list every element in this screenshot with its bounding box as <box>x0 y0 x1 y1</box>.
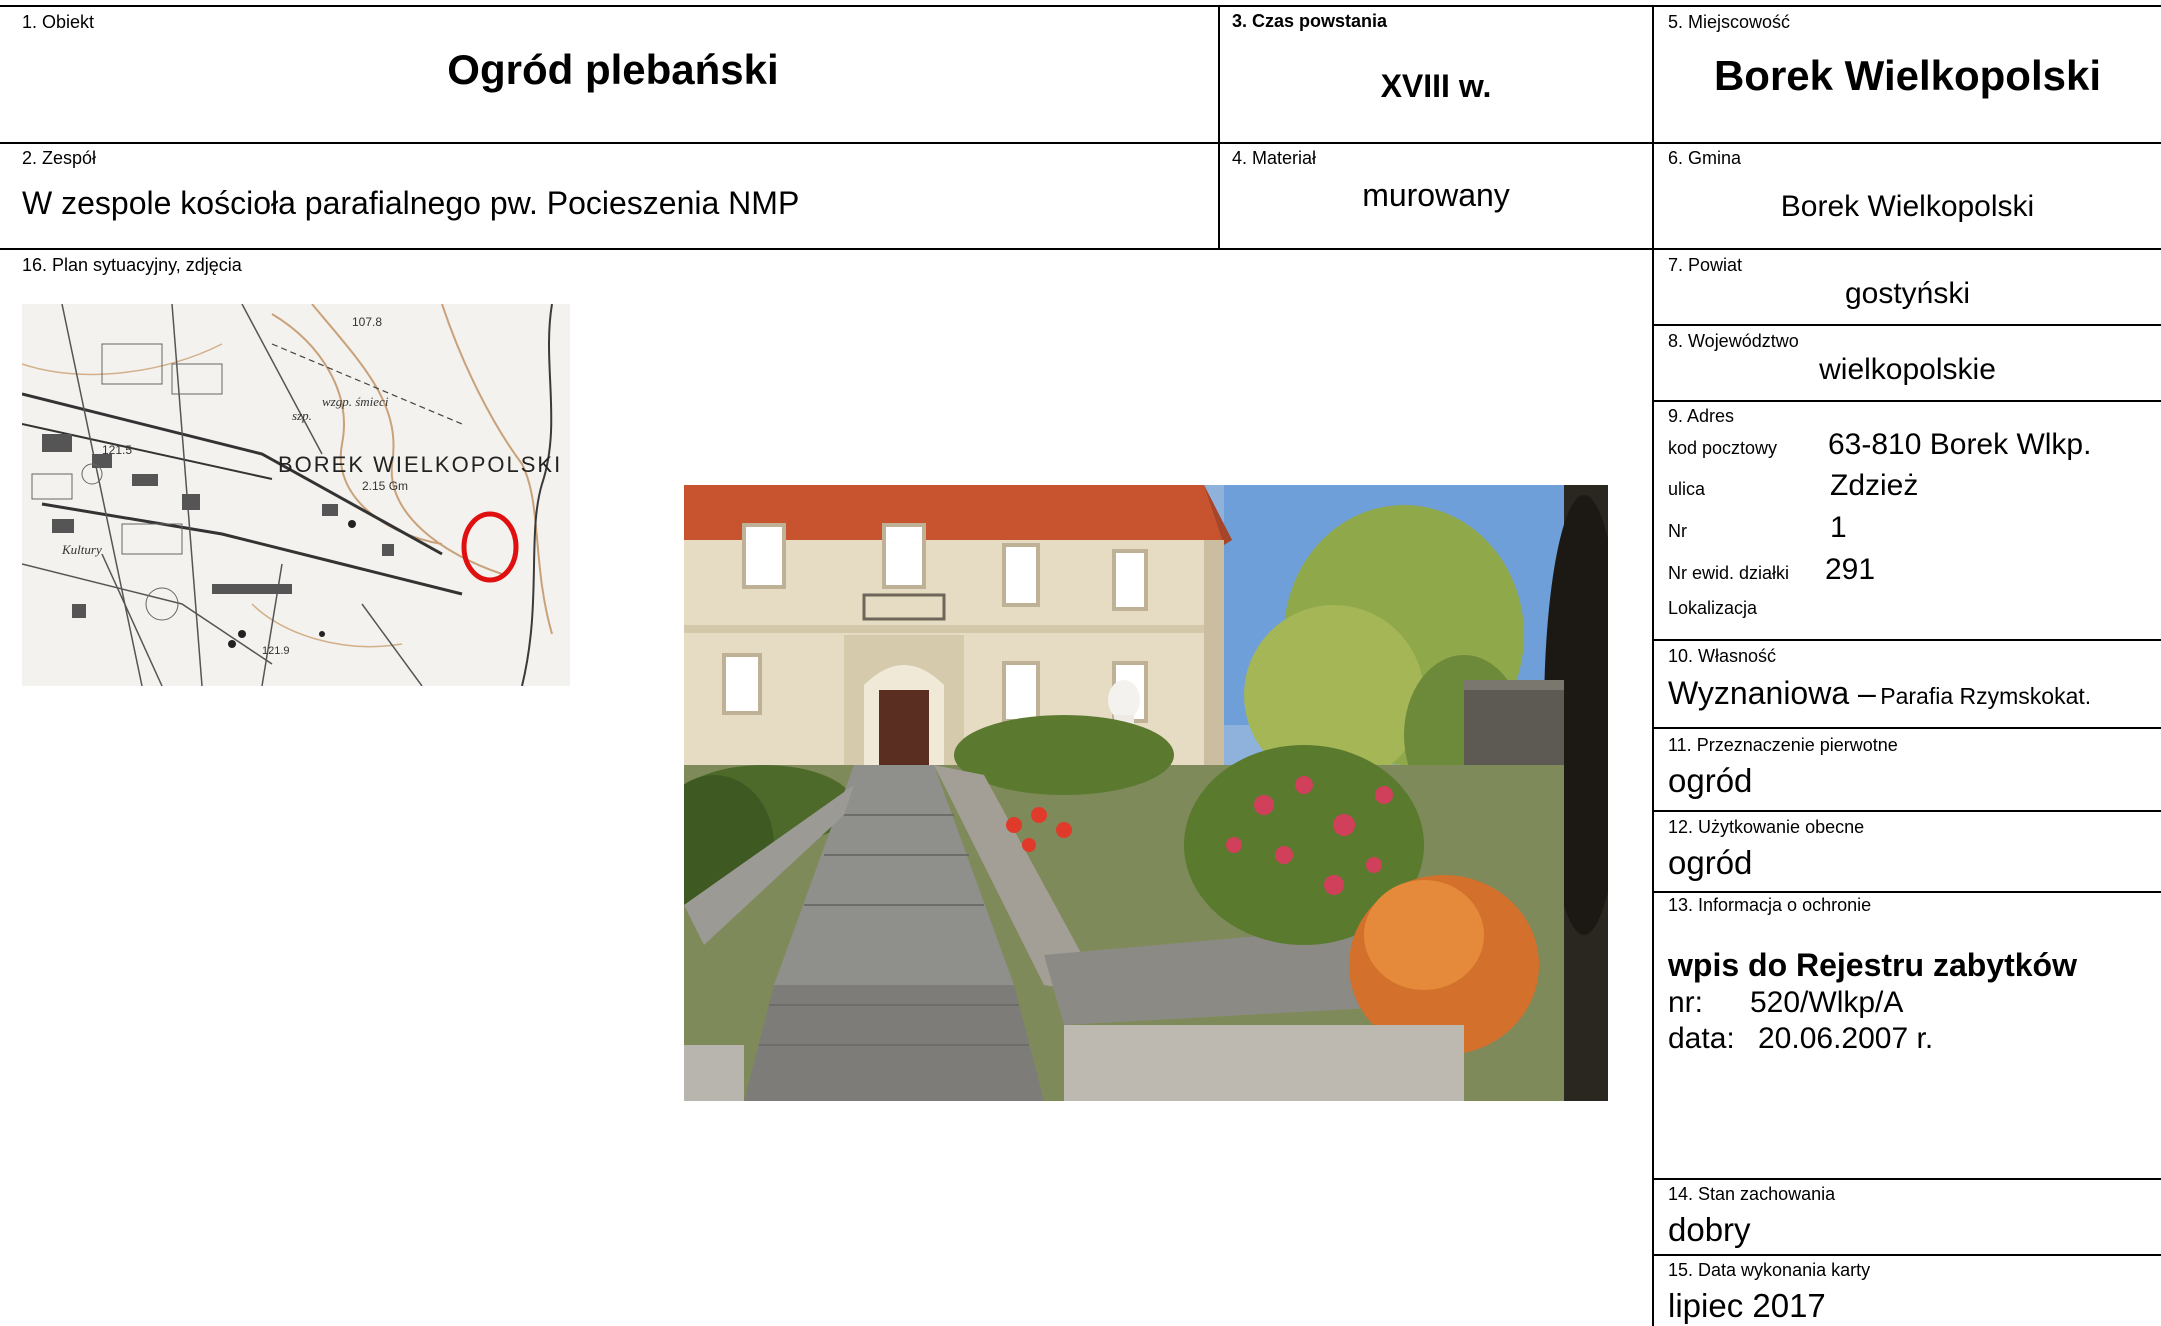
svg-text:107.8: 107.8 <box>352 315 382 329</box>
svg-text:wzgp. śmieci: wzgp. śmieci <box>322 394 389 409</box>
gmina-value: Borek Wielkopolski <box>1780 190 2035 223</box>
div-adres <box>1652 639 2161 641</box>
map-town-label: BOREK WIELKOPOLSKI <box>278 452 562 477</box>
nr-value: 1 <box>1830 511 1847 544</box>
garden-photo <box>684 485 1608 1101</box>
div-uzytkowanie <box>1652 891 2161 893</box>
stan-value: dobry <box>1668 1211 1751 1248</box>
wojewodztwo-value: wielkopolskie <box>1819 353 1996 386</box>
div-ochrona <box>1652 1178 2161 1180</box>
material-label: 4. Materiał <box>1232 148 1317 168</box>
div-wlasnosc <box>1652 727 2161 729</box>
czas-label: 3. Czas powstania <box>1232 11 1388 31</box>
ochrona-data-value: 20.06.2007 r. <box>1758 1022 1934 1055</box>
ochrona-nr-label: nr: <box>1668 986 1704 1019</box>
powiat-label: 7. Powiat <box>1668 255 1743 275</box>
ochrona-heading: wpis do Rejestru zabytków <box>1668 947 2077 983</box>
kod-value: 63-810 Borek Wlkp. <box>1828 428 2092 461</box>
map-scale-label: 2.15 Gm <box>362 479 408 493</box>
data-karty-label: 15. Data wykonania karty <box>1668 1260 1871 1280</box>
data-karty-value: lipiec 2017 <box>1668 1287 1826 1324</box>
plan-label: 16. Plan sytuacyjny, zdjęcia <box>22 255 242 275</box>
wlasnosc-main: Wyznaniowa – <box>1668 675 1876 711</box>
svg-text:121.5: 121.5 <box>102 443 132 457</box>
row2-divider <box>0 248 2161 250</box>
zespol-value: W zespole kościoła parafialnego pw. Poci… <box>22 185 800 221</box>
wojewodztwo-label: 8. Województwo <box>1668 331 1799 351</box>
gmina-label: 6. Gmina <box>1668 148 1742 168</box>
adres-label: 9. Adres <box>1668 406 1735 426</box>
miejscowosc-label: 5. Miejscowość <box>1668 12 1791 32</box>
przeznaczenie-value: ogród <box>1668 762 1753 799</box>
dzialka-label: Nr ewid. działki <box>1668 563 1790 583</box>
ulica-label: ulica <box>1668 479 1706 499</box>
uzytkowanie-value: ogród <box>1668 844 1753 881</box>
material-value: murowany <box>1362 177 1510 213</box>
czas-value: XVIII w. <box>1380 68 1492 104</box>
lokalizacja-label: Lokalizacja <box>1668 598 1758 618</box>
obiekt-value: Ogród plebański <box>447 46 779 93</box>
ochrona-label: 13. Informacja o ochronie <box>1668 895 1872 915</box>
powiat-value: gostyński <box>1844 277 1971 310</box>
stan-label: 14. Stan zachowania <box>1668 1184 1836 1204</box>
ochrona-nr-value: 520/Wlkp/A <box>1750 986 1904 1019</box>
przeznaczenie-label: 11. Przeznaczenie pierwotne <box>1668 735 1898 755</box>
ulica-value: Zdzież <box>1830 469 1919 502</box>
top-border <box>0 5 2161 7</box>
situation-map: 121.5 107.8 121.9 szp. wzgp. śmieci Kult… <box>22 304 570 686</box>
div-przeznaczenie <box>1652 810 2161 812</box>
div-powiat <box>1652 324 2161 326</box>
nr-label: Nr <box>1668 521 1687 541</box>
kod-label: kod pocztowy <box>1668 438 1778 458</box>
obiekt-label: 1. Obiekt <box>22 12 95 32</box>
uzytkowanie-label: 12. Użytkowanie obecne <box>1668 817 1865 837</box>
div-woj <box>1652 400 2161 402</box>
wlasnosc-label: 10. Własność <box>1668 646 1777 666</box>
div-stan <box>1652 1254 2161 1256</box>
miejscowosc-value: Borek Wielkopolski <box>1713 52 2102 99</box>
ochrona-data-label: data: <box>1668 1022 1735 1055</box>
svg-text:Kultury: Kultury <box>61 542 102 557</box>
zespol-label: 2. Zespół <box>22 148 97 168</box>
svg-text:szp.: szp. <box>292 408 312 423</box>
dzialka-value: 291 <box>1825 553 1876 586</box>
wlasnosc-value: Wyznaniowa – Parafia Rzymskokat. <box>1668 675 2091 712</box>
row1-divider <box>0 142 2161 144</box>
wlasnosc-small: Parafia Rzymskokat. <box>1880 683 2092 709</box>
svg-text:121.9: 121.9 <box>262 645 290 657</box>
